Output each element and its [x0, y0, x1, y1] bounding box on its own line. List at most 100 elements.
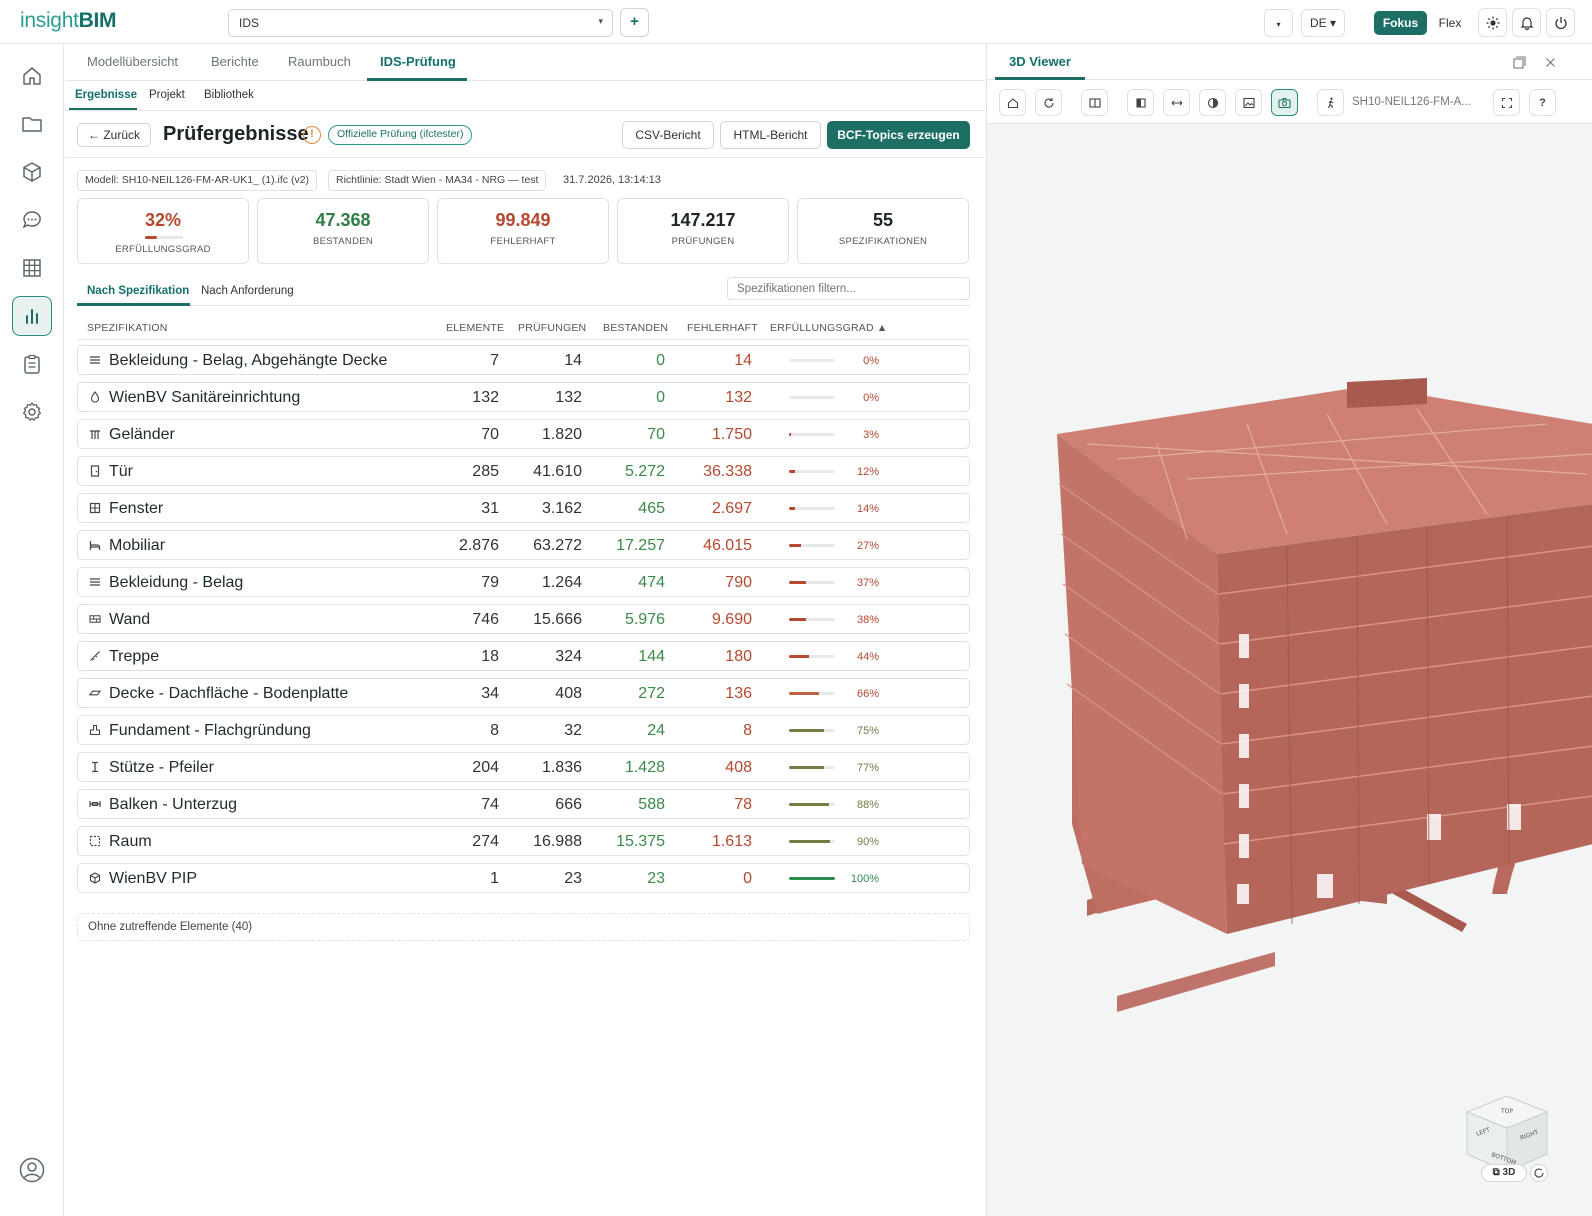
create-bcf-topics-button[interactable]: BCF-Topics erzeugen — [827, 121, 970, 149]
col-pruefungen[interactable]: PRÜFUNGEN — [518, 322, 586, 334]
mode-flex-button[interactable]: Flex — [1434, 11, 1466, 35]
table-row[interactable]: Wand 746 15.666 5.976 9.690 38% — [77, 604, 970, 634]
empty-select[interactable]: ▾ — [1264, 9, 1293, 37]
cell-pruefungen: 3.162 — [541, 500, 582, 517]
stat-label: BESTANDEN — [312, 236, 374, 247]
table-row[interactable]: Fundament - Flachgründung 8 32 24 8 75% — [77, 715, 970, 745]
app-logo[interactable]: insightBIM — [20, 9, 116, 33]
viewer-measure-button[interactable] — [1163, 89, 1190, 116]
table-row[interactable]: Bekleidung - Belag 79 1.264 474 790 37% — [77, 567, 970, 597]
tab-ids-pruefung[interactable]: IDS-Prüfung — [380, 54, 456, 69]
table-row[interactable]: WienBV Sanitäreinrichtung 132 132 0 132 0% — [77, 382, 970, 412]
no-elements-row[interactable]: Ohne zutreffende Elemente (40) — [77, 913, 970, 941]
rail-home[interactable] — [12, 56, 52, 96]
table-row[interactable]: Bekleidung - Belag, Abgehängte Decke 7 14 0… — [77, 345, 970, 375]
spec-filter-input[interactable] — [727, 277, 970, 300]
rail-settings[interactable] — [12, 392, 52, 432]
rail-comments[interactable] — [12, 200, 52, 240]
cell-fehlerhaft: 8 — [743, 722, 752, 739]
viewer-section-button[interactable] — [1127, 89, 1154, 116]
tab-nach-spezifikation[interactable]: Nach Spezifikation — [87, 285, 189, 297]
col-bestanden[interactable]: BESTANDEN — [603, 322, 668, 334]
user-icon — [19, 1157, 45, 1183]
col-elemente[interactable]: ELEMENTE — [446, 322, 504, 334]
col-spezifikation[interactable]: SPEZIFIKATION — [87, 322, 168, 334]
table-row[interactable]: Geländer 70 1.820 70 1.750 3% — [77, 419, 970, 449]
subtab-ergebnisse[interactable]: Ergebnisse — [75, 89, 137, 101]
reset-view-button[interactable] — [1530, 1164, 1548, 1182]
language-select[interactable]: DE ▾ — [1301, 9, 1345, 37]
cell-fehlerhaft: 78 — [734, 796, 752, 813]
viewer-fullscreen-button[interactable] — [1493, 89, 1520, 116]
table-header: SPEZIFIKATION ELEMENTE PRÜFUNGEN BESTAND… — [77, 318, 970, 340]
cell-bestanden: 23 — [647, 870, 665, 887]
viewer-reset-button[interactable] — [1035, 89, 1062, 116]
table-row[interactable]: Stütze - Pfeiler 204 1.836 1.428 408 77% — [77, 752, 970, 782]
cell-bestanden: 144 — [638, 648, 665, 665]
cell-fehlerhaft: 790 — [725, 574, 752, 591]
cell-elemente: 7 — [490, 352, 499, 369]
foundation-icon — [89, 724, 101, 736]
guideline-info-pill: Richtlinie: Stadt Wien - MA34 - NRG — te… — [328, 170, 547, 191]
warning-icon[interactable]: ! — [303, 126, 321, 144]
csv-report-button[interactable]: CSV-Bericht — [622, 121, 714, 149]
logout-button[interactable] — [1546, 8, 1575, 37]
fulfillment-bar-fill — [789, 581, 807, 584]
rail-tables[interactable] — [12, 248, 52, 288]
3d-canvas[interactable] — [987, 124, 1592, 1216]
viewer-walk-button[interactable] — [1317, 89, 1344, 116]
viewer-image-button[interactable] — [1235, 89, 1262, 116]
rail-reports[interactable] — [12, 296, 52, 336]
table-row[interactable]: Treppe 18 324 144 180 44% — [77, 641, 970, 671]
stat-value: 99.849 — [495, 210, 551, 230]
add-project-button[interactable]: + — [620, 8, 649, 37]
cell-elemente: 2.876 — [458, 537, 499, 554]
rail-profile[interactable] — [12, 1150, 52, 1190]
viewer-help-button[interactable]: ? — [1529, 89, 1556, 116]
theme-button[interactable] — [1478, 8, 1507, 37]
col-erfuellungsgrad[interactable]: ERFÜLLUNGSGRAD ▲ — [770, 322, 887, 334]
rail-models[interactable] — [12, 152, 52, 192]
fulfillment-bar — [789, 544, 835, 547]
tab-nach-anforderung[interactable]: Nach Anforderung — [201, 285, 294, 297]
cell-fehlerhaft: 0 — [743, 870, 752, 887]
image-icon — [1242, 97, 1255, 108]
lines-icon — [89, 576, 101, 588]
viewer-home-button[interactable] — [999, 89, 1026, 116]
tab-modelluebersicht[interactable]: Modellübersicht — [87, 54, 178, 69]
tab-raumbuch[interactable]: Raumbuch — [288, 54, 351, 69]
view-mode-3d-badge[interactable]: ⧉ 3D — [1481, 1164, 1527, 1182]
table-row[interactable]: Balken - Unterzug 74 666 588 78 88% — [77, 789, 970, 819]
top-bar: insightBIM IDS ▾ + ▾ DE ▾ Fokus Flex — [0, 0, 1592, 44]
table-row[interactable]: Tür 285 41.610 5.272 36.338 12% — [77, 456, 970, 486]
table-row[interactable]: WienBV PIP 1 23 23 0 100% — [77, 863, 970, 893]
html-report-button[interactable]: HTML-Bericht — [720, 121, 821, 149]
rail-files[interactable] — [12, 104, 52, 144]
cell-bestanden: 465 — [638, 500, 665, 517]
subtab-bibliothek[interactable]: Bibliothek — [204, 89, 254, 101]
table-row[interactable]: Mobiliar 2.876 63.272 17.257 46.015 27% — [77, 530, 970, 560]
table-row[interactable]: Raum 274 16.988 15.375 1.613 90% — [77, 826, 970, 856]
cell-erfuellungsgrad: 77% — [856, 762, 879, 774]
back-button[interactable]: ← Zurück — [77, 123, 151, 147]
popout-icon[interactable] — [1513, 56, 1526, 69]
table-row[interactable]: Decke - Dachfläche - Bodenplatte 34 408 272… — [77, 678, 970, 708]
rail-tasks[interactable] — [12, 344, 52, 384]
notifications-button[interactable] — [1512, 8, 1541, 37]
cell-pruefungen: 14 — [564, 352, 582, 369]
viewer-header: 3D Viewer — [987, 44, 1592, 80]
close-icon[interactable] — [1545, 57, 1556, 68]
mode-fokus-button[interactable]: Fokus — [1374, 11, 1427, 35]
table-row[interactable]: Fenster 31 3.162 465 2.697 14% — [77, 493, 970, 523]
tab-berichte[interactable]: Berichte — [211, 54, 259, 69]
viewer-xray-button[interactable] — [1199, 89, 1226, 116]
viewer-title[interactable]: 3D Viewer — [1009, 54, 1071, 69]
viewer-snapshot-button[interactable] — [1271, 89, 1298, 116]
project-select[interactable]: IDS ▾ — [228, 9, 613, 37]
subtab-projekt[interactable]: Projekt — [149, 89, 185, 101]
stat-card-spezifikationen: 55 SPEZIFIKATIONEN — [797, 198, 969, 264]
viewer-split-button[interactable] — [1081, 89, 1108, 116]
cell-pruefungen: 666 — [555, 796, 582, 813]
fulfillment-bar-fill — [789, 877, 835, 880]
col-fehlerhaft[interactable]: FEHLERHAFT — [687, 322, 758, 334]
